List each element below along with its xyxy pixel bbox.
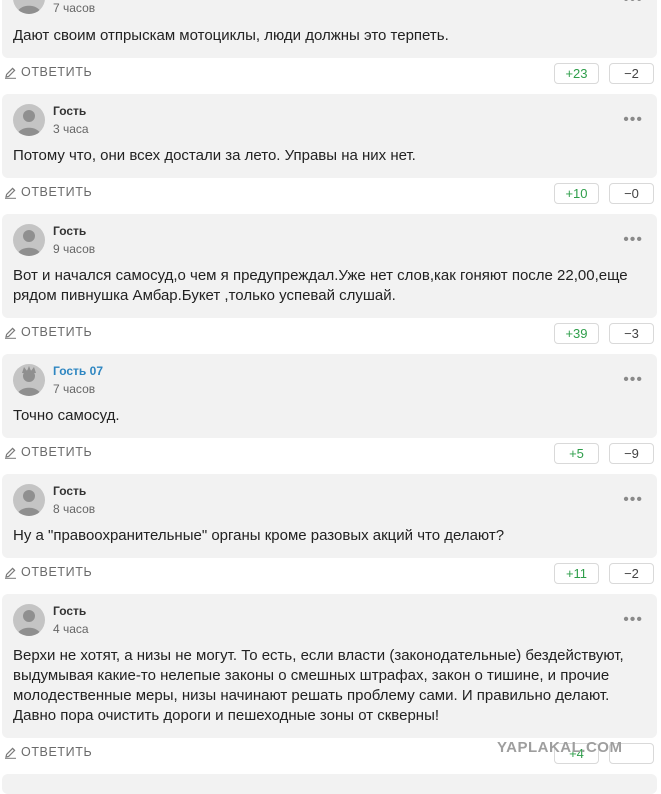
comment-time: 7 часов: [53, 382, 96, 396]
comment-text: Потому что, они всех достали за лето. Уп…: [13, 147, 416, 164]
avatar[interactable]: [13, 224, 45, 256]
user-silhouette-icon: [17, 230, 41, 256]
more-options-icon[interactable]: •••: [623, 612, 643, 628]
more-options-icon[interactable]: •••: [623, 112, 643, 128]
comment-author[interactable]: Гость: [53, 104, 86, 118]
downvote-button[interactable]: −0: [609, 183, 654, 204]
pencil-icon: [5, 567, 16, 579]
avatar[interactable]: [13, 484, 45, 516]
pencil-icon: [5, 67, 16, 79]
comment-time: 9 часов: [53, 242, 96, 256]
reply-label: ОТВЕТИТЬ: [21, 185, 93, 199]
comment-card: 7 часов ••• Дают своим отпрыскам мотоцик…: [2, 0, 657, 58]
pencil-icon: [5, 447, 16, 459]
comment-author[interactable]: Гость: [53, 604, 86, 618]
upvote-button[interactable]: +10: [554, 183, 599, 204]
reply-label: ОТВЕТИТЬ: [21, 325, 93, 339]
comment-card: [2, 774, 657, 794]
pencil-icon: [5, 747, 16, 759]
avatar[interactable]: [13, 0, 45, 14]
reply-label: ОТВЕТИТЬ: [21, 445, 93, 459]
user-silhouette-icon: [17, 610, 41, 636]
comment-text: Дают своим отпрыскам мотоциклы, люди дол…: [13, 27, 449, 44]
upvote-button[interactable]: +5: [554, 443, 599, 464]
more-options-icon[interactable]: •••: [623, 0, 643, 8]
reply-label: ОТВЕТИТЬ: [21, 745, 93, 759]
comment-card: Гость 07 7 часов ••• Точно самосуд.: [2, 354, 657, 438]
more-options-icon[interactable]: •••: [623, 232, 643, 248]
downvote-button[interactable]: −2: [609, 63, 654, 84]
reply-label: ОТВЕТИТЬ: [21, 565, 93, 579]
site-watermark: YAPLAKAL.COM: [497, 739, 623, 756]
more-options-icon[interactable]: •••: [623, 372, 643, 388]
avatar[interactable]: [13, 604, 45, 636]
comment-author-link[interactable]: Гость 07: [53, 364, 103, 378]
avatar[interactable]: [13, 104, 45, 136]
comment-author[interactable]: Гость: [53, 224, 86, 238]
downvote-button[interactable]: −2: [609, 563, 654, 584]
comment-time: 3 часа: [53, 122, 89, 136]
comment-time: 7 часов: [53, 1, 96, 15]
comment-card: Гость 3 часа ••• Потому что, они всех до…: [2, 94, 657, 178]
comment-time: 8 часов: [53, 502, 96, 516]
comment-author[interactable]: Гость: [53, 484, 86, 498]
comment-text: Точно самосуд.: [13, 407, 120, 424]
pencil-icon: [5, 187, 16, 199]
user-silhouette-icon: [17, 366, 41, 396]
more-options-icon[interactable]: •••: [623, 492, 643, 508]
comment-card: Гость 9 часов ••• Вот и начался самосуд,…: [2, 214, 657, 318]
user-silhouette-icon: [17, 490, 41, 516]
downvote-button[interactable]: −9: [609, 443, 654, 464]
pencil-icon: [5, 327, 16, 339]
avatar[interactable]: [13, 364, 45, 396]
comment-card: Гость 4 часа ••• Верхи не хотят, а низы …: [2, 594, 657, 738]
downvote-button[interactable]: −3: [609, 323, 654, 344]
comment-card: Гость 8 часов ••• Ну а "правоохранительн…: [2, 474, 657, 558]
reply-label: ОТВЕТИТЬ: [21, 65, 93, 79]
upvote-button[interactable]: +11: [554, 563, 599, 584]
comment-text: Ну а "правоохранительные" органы кроме р…: [13, 527, 505, 544]
upvote-button[interactable]: +39: [554, 323, 599, 344]
upvote-button[interactable]: +23: [554, 63, 599, 84]
comment-text: Верхи не хотят, а низы не могут. То есть…: [13, 647, 624, 724]
user-silhouette-icon: [17, 5, 41, 14]
comment-time: 4 часа: [53, 622, 89, 636]
user-silhouette-icon: [17, 110, 41, 136]
comment-text: Вот и начался самосуд,о чем я предупрежд…: [13, 267, 628, 304]
